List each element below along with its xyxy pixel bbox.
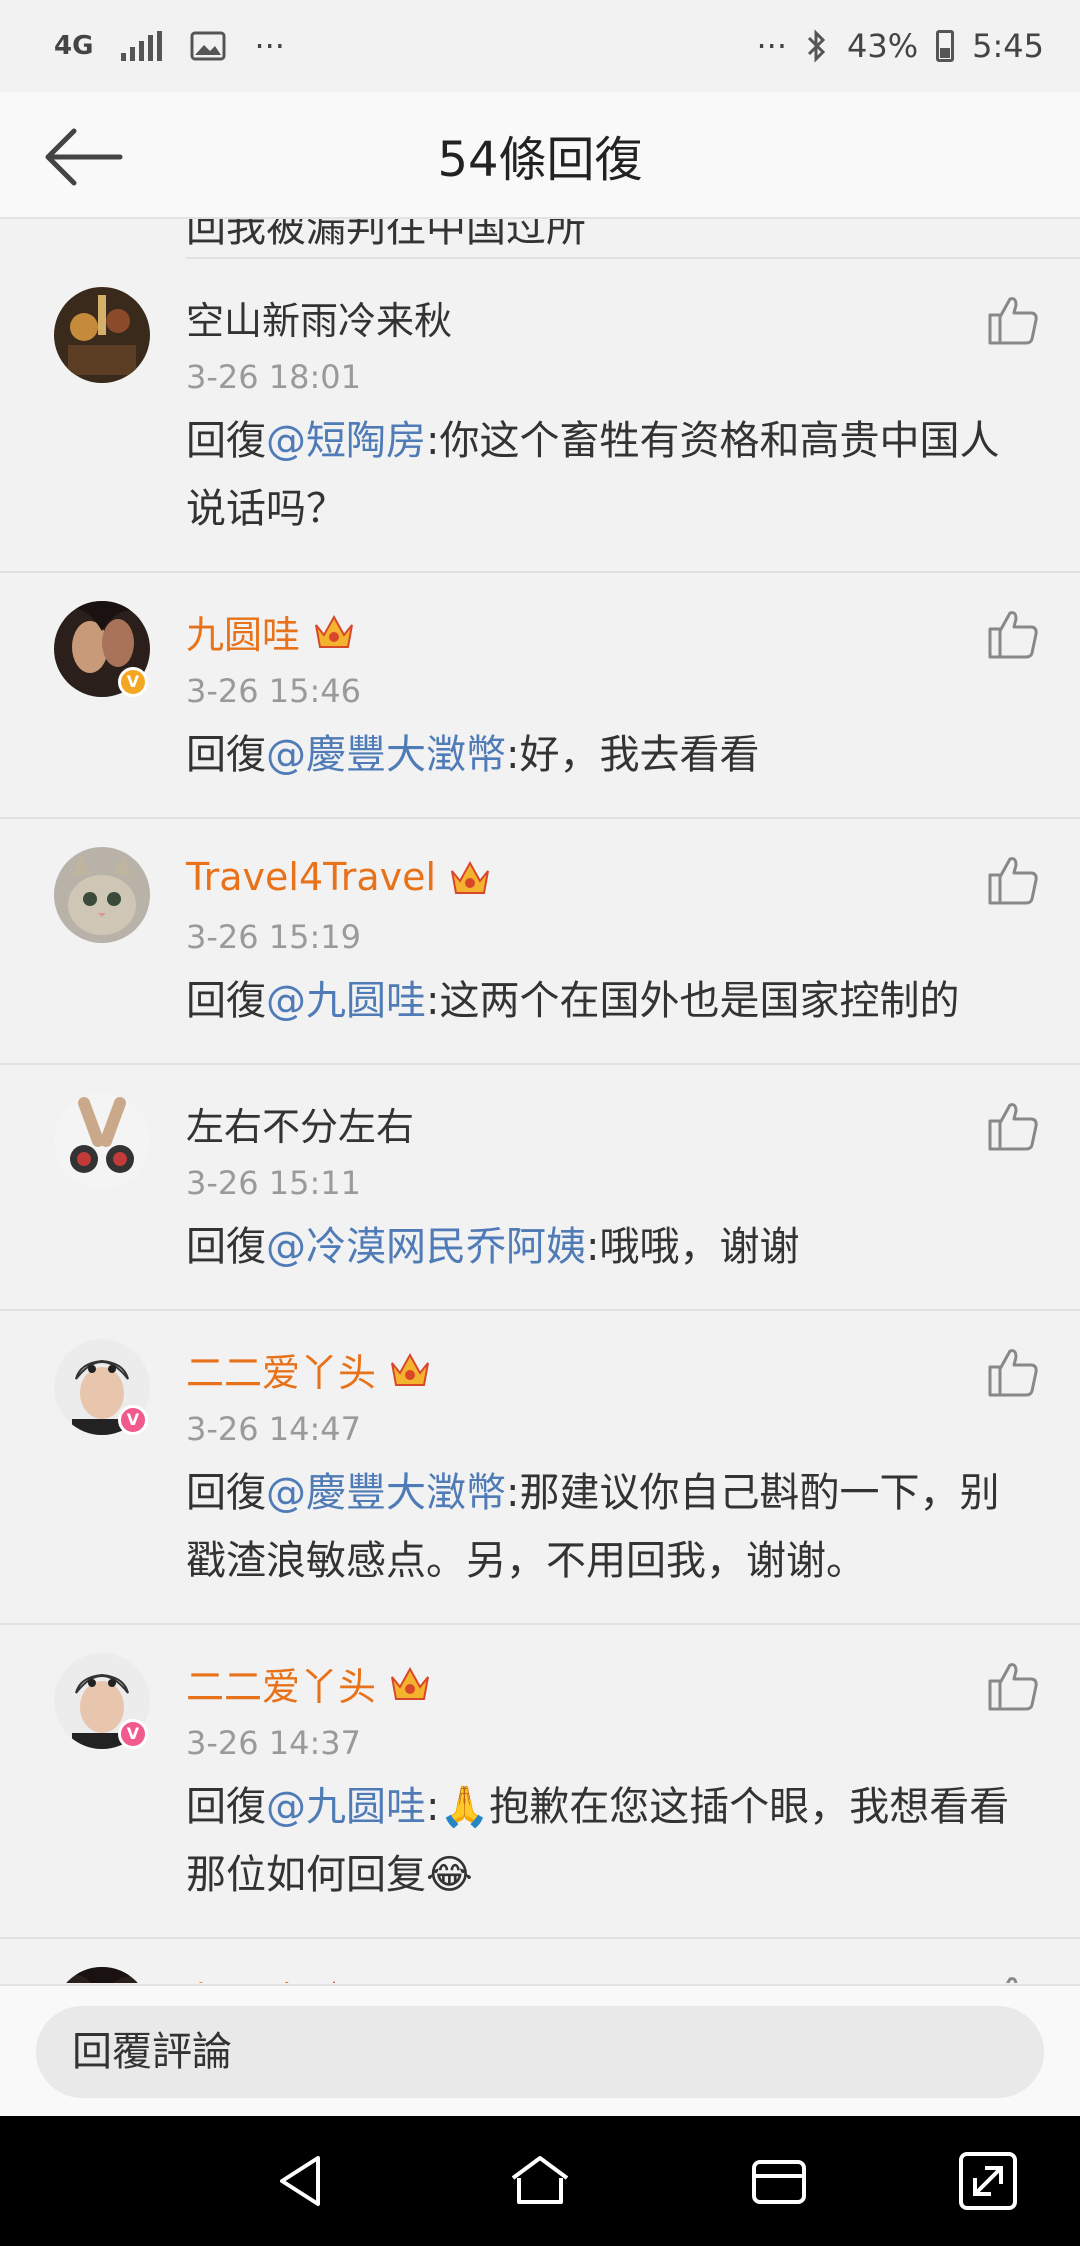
username[interactable]: 九圆哇 xyxy=(186,1970,300,1984)
nav-recents-icon[interactable] xyxy=(746,2148,812,2214)
reply-text: 回復@九圆哇:这两个在国外也是国家控制的 xyxy=(186,978,960,1024)
timestamp: 3-26 15:19 xyxy=(186,918,362,956)
battery-percent: 43% xyxy=(847,27,919,65)
mention-link[interactable]: @冷漠网民乔阿姨 xyxy=(266,1224,586,1270)
reply-item[interactable]: V 二二爱丫头 3-26 14:47 回復@慶豐大澂幣:那建议你自己斟酌一下，别… xyxy=(0,1311,1080,1625)
thumbs-up-icon[interactable] xyxy=(986,1345,1040,1399)
vip-crown-icon xyxy=(332,1980,336,1983)
bluetooth-icon xyxy=(807,29,826,63)
thumbs-up-icon[interactable] xyxy=(986,1099,1040,1153)
avatar[interactable] xyxy=(54,1967,150,1983)
reply-list[interactable]: 回我被漏判往中国过所 空山新雨冷来秋 3-26 18:01 回復@短陶房:你这个… xyxy=(0,219,1080,1983)
system-nav-bar xyxy=(0,2116,1080,2246)
reply-composer: 回覆評論 xyxy=(0,1984,1080,2118)
thumbs-up-icon[interactable] xyxy=(986,1973,1040,1983)
avatar[interactable] xyxy=(54,847,150,943)
battery-icon xyxy=(936,30,955,62)
reply-item[interactable]: Travel4Travel 3-26 15:19 回復@九圆哇:这两个在国外也是… xyxy=(0,819,1080,1065)
timestamp: 3-26 15:11 xyxy=(186,1164,362,1202)
more-notifications: ··· xyxy=(254,27,285,65)
reply-text: 回復@短陶房:你这个畜牲有资格和高贵中国人说话吗？ xyxy=(186,418,1000,532)
mention-link[interactable]: @慶豐大澂幣 xyxy=(266,1470,506,1516)
reply-item[interactable]: V 二二爱丫头 3-26 14:37 回復@九圆哇:🙏抱歉在您这插个眼，我想看看… xyxy=(0,1625,1080,1939)
thumbs-up-icon[interactable] xyxy=(986,853,1040,907)
timestamp: 3-26 14:37 xyxy=(186,1724,362,1762)
vip-crown-icon xyxy=(391,1352,429,1386)
username[interactable]: 二二爱丫头 xyxy=(186,1656,376,1711)
avatar[interactable] xyxy=(54,1093,150,1189)
reply-text: 回復@慶豐大澂幣:好，我去看看 xyxy=(186,732,760,778)
signal-icon xyxy=(121,31,163,61)
reply-item[interactable]: V 九圆哇 3-26 15:46 回復@慶豐大澂幣:好，我去看看 xyxy=(0,573,1080,819)
status-left: 4G ··· xyxy=(54,18,285,74)
top-bar: 54條回復 xyxy=(0,92,1080,219)
verified-badge-icon: V xyxy=(118,1405,148,1435)
image-icon xyxy=(190,31,226,61)
reply-item[interactable]: 空山新雨冷来秋 3-26 18:01 回復@短陶房:你这个畜牲有资格和高贵中国人… xyxy=(0,259,1080,573)
status-right: ··· 43% 5:45 xyxy=(757,18,1045,74)
thumbs-up-icon[interactable] xyxy=(986,607,1040,661)
username[interactable]: 九圆哇 xyxy=(186,604,300,659)
username[interactable]: 二二爱丫头 xyxy=(186,1342,376,1397)
timestamp: 3-26 14:47 xyxy=(186,1410,362,1448)
reply-text: 回復@慶豐大澂幣:那建议你自己斟酌一下，别戳渣浪敏感点。另，不用回我，谢谢。 xyxy=(186,1470,1000,1584)
reply-item[interactable]: 左右不分左右 3-26 15:11 回復@冷漠网民乔阿姨:哦哦，谢谢 xyxy=(0,1065,1080,1311)
thumbs-up-icon[interactable] xyxy=(986,293,1040,347)
verified-badge-icon: V xyxy=(118,1719,148,1749)
reply-text: 回復@冷漠网民乔阿姨:哦哦，谢谢 xyxy=(186,1224,800,1270)
reply-text: 回復@九圆哇:🙏抱歉在您这插个眼，我想看看那位如何回复😂 xyxy=(186,1784,1010,1898)
username[interactable]: Travel4Travel xyxy=(186,855,436,899)
mention-link[interactable]: @慶豐大澂幣 xyxy=(266,732,506,778)
thumbs-up-icon[interactable] xyxy=(986,1659,1040,1713)
timestamp: 3-26 18:01 xyxy=(186,358,362,396)
vip-crown-icon xyxy=(315,614,353,648)
reply-item[interactable]: 九圆哇 xyxy=(0,1939,1080,1983)
reply-input[interactable]: 回覆評論 xyxy=(36,2006,1044,2098)
mention-link[interactable]: @九圆哇 xyxy=(266,978,426,1024)
status-bar: 4G ··· ··· 43% 5:45 xyxy=(0,0,1080,92)
timestamp: 3-26 15:46 xyxy=(186,672,362,710)
vip-crown-icon xyxy=(391,1666,429,1700)
username[interactable]: 左右不分左右 xyxy=(186,1096,414,1151)
partial-previous-reply: 回我被漏判往中国过所 xyxy=(186,219,1080,259)
avatar[interactable] xyxy=(54,287,150,383)
clock: 5:45 xyxy=(972,27,1044,65)
nav-back-icon[interactable] xyxy=(268,2148,334,2214)
page-title: 54條回復 xyxy=(437,132,643,188)
username[interactable]: 空山新雨冷来秋 xyxy=(186,290,452,345)
mention-link[interactable]: @九圆哇 xyxy=(266,1784,426,1830)
mention-link[interactable]: @短陶房 xyxy=(266,418,426,464)
nav-home-icon[interactable] xyxy=(507,2148,573,2214)
nav-expand-icon[interactable] xyxy=(955,2148,1021,2214)
more-status: ··· xyxy=(756,27,788,65)
verified-badge-icon: V xyxy=(118,667,148,697)
vip-crown-icon xyxy=(451,860,490,894)
network-type: 4G xyxy=(54,31,94,61)
